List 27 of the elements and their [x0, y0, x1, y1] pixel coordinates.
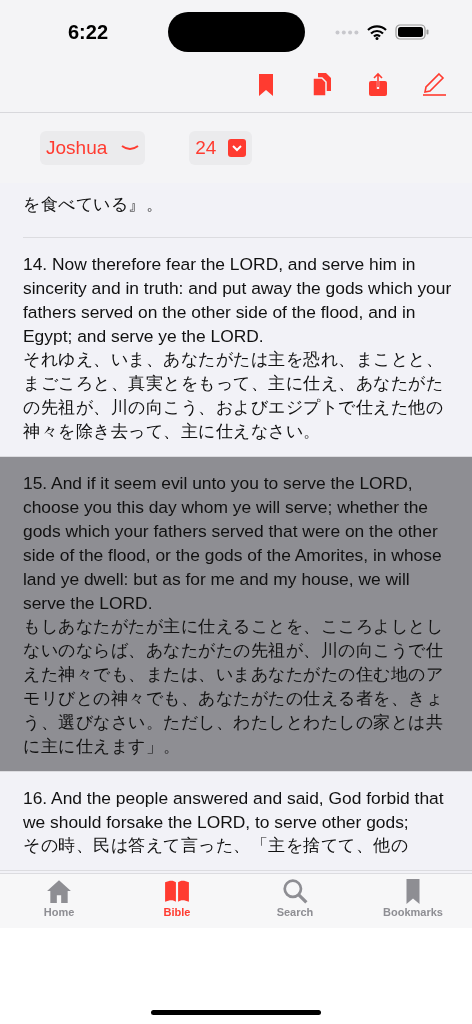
house-icon [46, 878, 72, 904]
signal-dots-icon [335, 29, 359, 35]
chevron-icon [121, 144, 140, 152]
battery-icon [395, 24, 429, 40]
tab-item[interactable]: Bookmarks [354, 874, 472, 928]
verse-text: 14. Now therefore fear the LORD, and serve him in sincerity and in truth: and put away the gods which your fathers served on the other side of the flood, and in Egypt; and serve ye the LORD. [23, 253, 452, 348]
verse-text: 15. And if it seem evil unto you to serve the LORD, choose you this day whom ye will serve; whether the gods which your fathers served that were on the other side of the flood, or the gods of the Amorites, in whose land ye dwell: but as for me and my house, we will serve the LORD. [23, 472, 443, 615]
documents-icon [310, 72, 334, 98]
verse-translation: もしあなたがたが主に仕えることを、こころよしとしないのならば、あなたがたの先祖が、川の向こうで仕えた神々でも、または、いまあなたがたの住む地のアモリびとの神々でも、あなたがたの仕える者を、きょう、選びなさい。ただし、わたしとわたしの家とは共に主に仕えます」。 [23, 616, 444, 758]
verse-text: 16. And the people answered and said, God forbid that we should forsake the LORD, to serve other gods; [23, 787, 445, 834]
tab-item[interactable]: Search [236, 874, 354, 928]
verse-translation: それゆえ、いま、あなたがたは主を恐れ、まことと、まごころと、真実とをもって、主に仕え、あなたがたの先祖が、川の向こう、およびエジプトで仕えた他の神々を除き去って、主に仕えなさい。 [23, 349, 444, 443]
wifi-icon [367, 24, 387, 40]
verse-row[interactable]: 16. And the people answered and said, God forbid that we should forsake the LORD, to serve other gods; その時、民は答えて言った、「主を捨てて、他の [0, 772, 472, 871]
tab-item[interactable]: Bible [118, 874, 236, 928]
status-time: 6:22 [68, 20, 110, 44]
search-icon [282, 878, 308, 904]
chevron-icon [228, 139, 247, 157]
verse-row[interactable] [0, 457, 472, 772]
verse-translation: その時、民は答えて言った、「主を捨てて、他の [23, 835, 409, 857]
book-picker[interactable]: Joshua [40, 131, 146, 165]
verse-translation: を食べている』。 [23, 197, 164, 213]
pencil-icon [422, 72, 446, 98]
tab-item[interactable]: Home [0, 874, 118, 928]
chapter-picker[interactable]: 24 [189, 131, 253, 165]
book-icon [164, 878, 190, 904]
share-icon [366, 72, 390, 98]
